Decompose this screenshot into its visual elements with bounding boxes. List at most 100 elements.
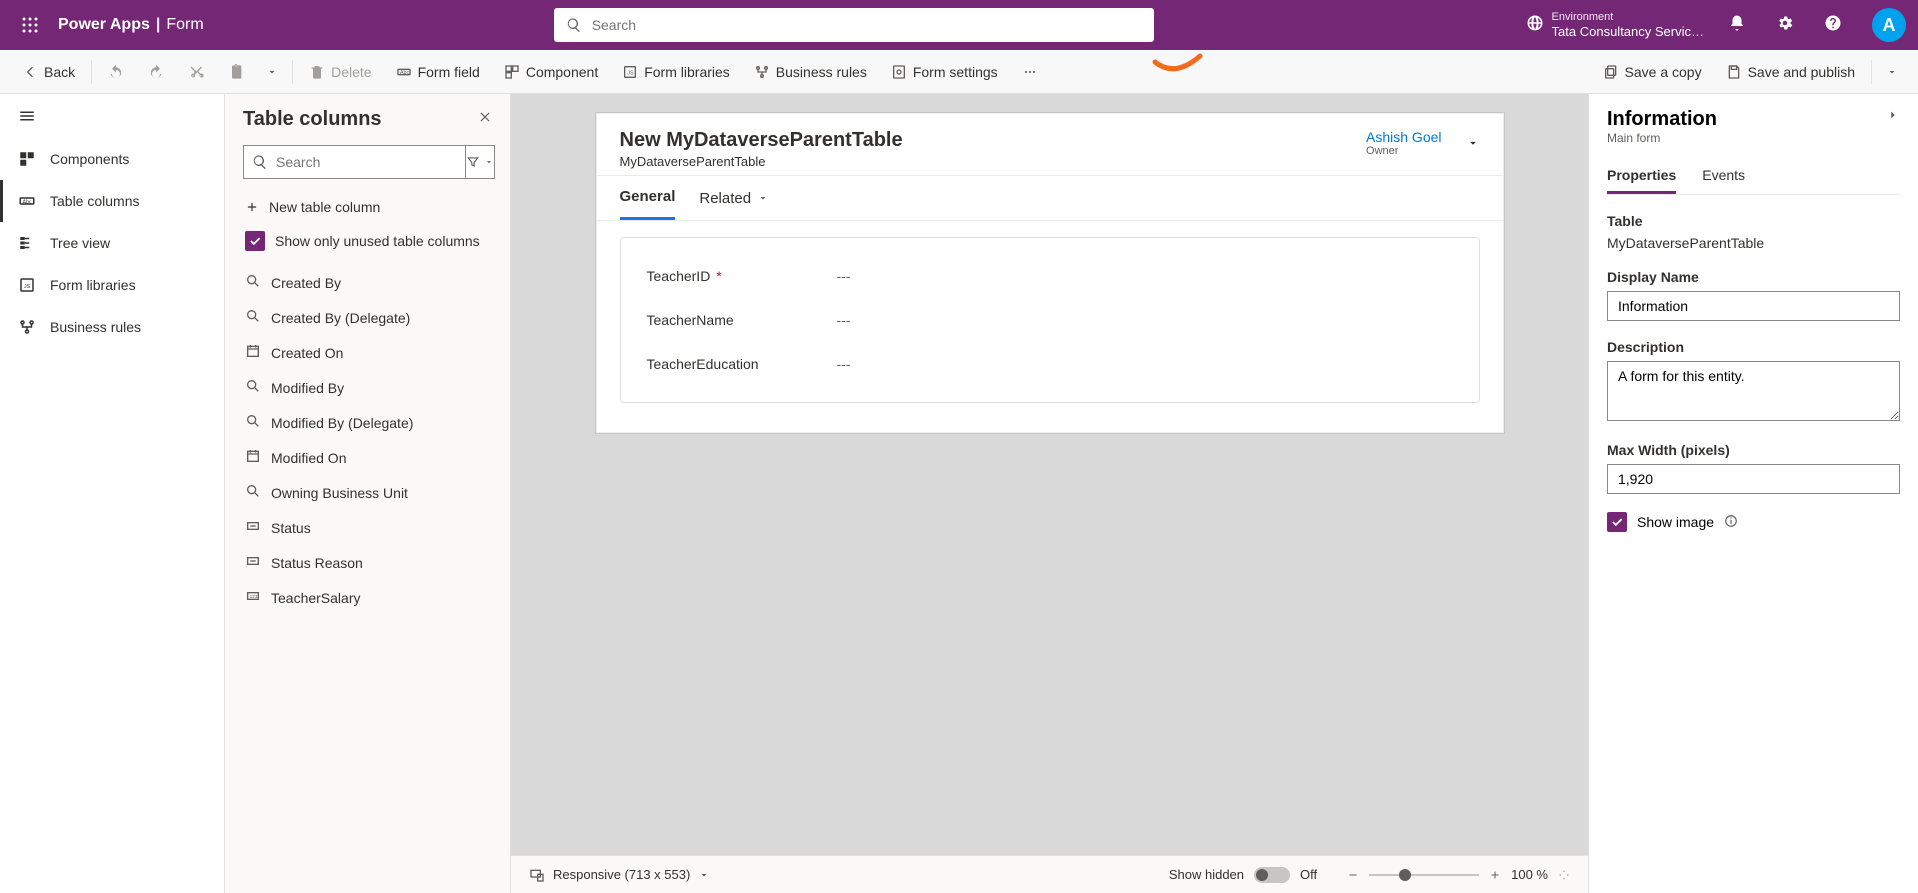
global-search[interactable] [554,8,1154,42]
column-type-icon [245,413,261,432]
delete-button[interactable]: Delete [299,58,381,86]
column-type-icon [245,553,261,572]
column-item[interactable]: Modified By [243,370,492,405]
nav-components[interactable]: Components [0,138,224,180]
nav-form-libraries[interactable]: JSForm libraries [0,264,224,306]
column-type-icon [245,518,261,537]
settings-icon[interactable] [1770,8,1800,43]
max-width-input[interactable] [1607,464,1900,494]
description-label: Description [1607,339,1900,355]
form-field-row[interactable]: TeacherEducation--- [647,342,1453,386]
redo-button[interactable] [138,58,174,86]
svg-text:123: 123 [250,594,258,599]
tab-related[interactable]: Related [699,176,769,220]
column-item[interactable]: Owning Business Unit [243,475,492,510]
paste-button[interactable] [218,58,254,86]
column-item[interactable]: Status Reason [243,545,492,580]
back-button[interactable]: Back [12,58,85,86]
environment-picker[interactable]: Environment Tata Consultancy Servic… [1526,11,1704,40]
user-avatar[interactable]: A [1872,8,1906,42]
column-search-input[interactable] [276,154,457,170]
tab-properties[interactable]: Properties [1607,159,1676,194]
svg-text:Abc: Abc [23,199,32,205]
business-rules-button[interactable]: Business rules [744,58,877,86]
table-columns-panel: Table columns New table column Show only… [225,94,511,893]
close-icon[interactable] [478,110,492,129]
unused-columns-checkbox[interactable] [245,231,265,251]
fit-icon[interactable] [1558,869,1570,881]
panel-title: Table columns [243,108,382,131]
help-icon[interactable] [1818,8,1848,43]
field-label: TeacherEducation [647,356,837,372]
form-canvas: New MyDataverseParentTable MyDataversePa… [511,94,1588,893]
column-filter-button[interactable] [466,145,495,179]
nav-tree-view[interactable]: Tree view [0,222,224,264]
column-item[interactable]: Modified By (Delegate) [243,405,492,440]
undo-button[interactable] [98,58,134,86]
environment-label: Environment [1552,11,1704,24]
zoom-in-icon[interactable] [1489,869,1501,881]
paste-dropdown[interactable] [258,66,286,78]
owner-name[interactable]: Ashish Goel [1366,129,1441,145]
tab-general[interactable]: General [620,176,676,220]
show-image-checkbox[interactable] [1607,512,1627,532]
tab-events[interactable]: Events [1702,159,1745,194]
column-item[interactable]: Created On [243,335,492,370]
info-icon[interactable] [1724,514,1738,531]
column-item[interactable]: Created By [243,265,492,300]
display-name-input[interactable] [1607,291,1900,321]
form-field-button[interactable]: AbcForm field [386,58,490,86]
nav-table-columns[interactable]: AbcTable columns [0,180,224,222]
field-label: TeacherName [647,312,837,328]
search-input[interactable] [592,17,1142,33]
notifications-icon[interactable] [1722,8,1752,43]
app-launcher-icon[interactable] [12,16,48,34]
column-type-icon: 123 [245,588,261,607]
props-title: Information [1607,108,1717,131]
max-width-label: Max Width (pixels) [1607,442,1900,458]
save-publish-dropdown[interactable] [1878,66,1906,78]
responsive-dropdown-icon[interactable] [698,869,710,881]
nav-collapse-icon[interactable] [0,94,224,138]
new-table-column-button[interactable]: New table column [243,191,492,223]
show-hidden-toggle[interactable] [1254,867,1290,883]
zoom-slider[interactable] [1369,874,1479,876]
column-type-icon [245,378,261,397]
column-item[interactable]: Created By (Delegate) [243,300,492,335]
svg-text:JS: JS [24,284,31,290]
chevron-down-icon[interactable] [1466,136,1480,150]
display-name-label: Display Name [1607,269,1900,285]
column-search[interactable] [243,145,466,179]
form-libraries-button[interactable]: JSForm libraries [612,58,740,86]
props-subtitle: Main form [1607,131,1717,145]
component-button[interactable]: Component [494,58,608,86]
column-label: Modified On [271,450,346,466]
form-field-row[interactable]: TeacherName--- [647,298,1453,342]
form-field-row[interactable]: TeacherID*--- [647,254,1453,298]
column-item[interactable]: Status [243,510,492,545]
field-value: --- [837,312,851,328]
svg-text:JS: JS [628,70,635,76]
column-label: Modified By [271,380,344,396]
zoom-value: 100 % [1511,867,1548,882]
save-publish-button[interactable]: Save and publish [1716,58,1865,86]
brand-title: Power Apps|Form [58,16,204,34]
column-label: Modified By (Delegate) [271,415,413,431]
overflow-button[interactable] [1012,58,1048,86]
show-image-label: Show image [1637,514,1714,530]
zoom-out-icon[interactable] [1347,869,1359,881]
form-settings-button[interactable]: Form settings [881,58,1008,86]
save-copy-button[interactable]: Save a copy [1593,58,1712,86]
nav-business-rules[interactable]: Business rules [0,306,224,348]
column-item[interactable]: Modified On [243,440,492,475]
svg-text:Abc: Abc [400,70,410,76]
column-item[interactable]: 123TeacherSalary [243,580,492,615]
owner-label: Owner [1366,145,1398,157]
column-type-icon [245,273,261,292]
chevron-right-icon[interactable] [1886,108,1900,122]
description-input[interactable] [1607,361,1900,421]
column-type-icon [245,343,261,362]
cut-button[interactable] [178,58,214,86]
column-type-icon [245,483,261,502]
left-nav: Components AbcTable columns Tree view JS… [0,94,225,893]
